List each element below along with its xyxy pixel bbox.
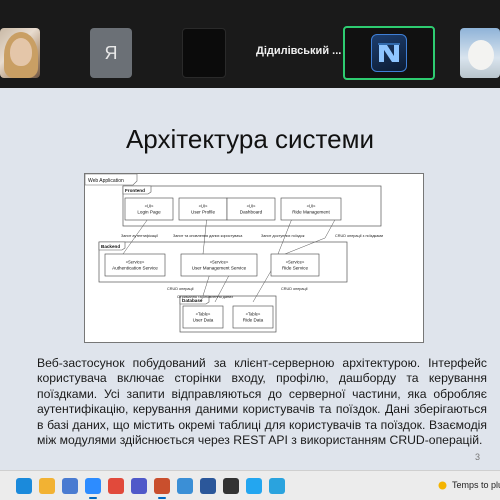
edge-label-0: Запит аутентифікації (121, 234, 159, 238)
teams-icon[interactable] (131, 478, 147, 494)
backend-component-1: «Service»User Management Service (180, 253, 258, 277)
database-table-0-name: User Data (193, 318, 214, 323)
backend-component-2-name: Ride Service (282, 266, 308, 271)
powerpoint-icon[interactable] (154, 478, 170, 494)
active-speaker-tile[interactable] (343, 26, 435, 80)
frontend-component-3-stereotype: «UI» (307, 204, 317, 209)
frontend-label: Frontend (125, 188, 145, 193)
shared-slide: Архітектура системи Web Application Fron… (0, 88, 500, 470)
taskbar-active-indicator (89, 497, 97, 499)
slide-body-text: Веб-застосунок побудований за клієнт-сер… (37, 356, 487, 448)
participant-initial: Я (104, 42, 118, 63)
database-table-0: «Table»User Data (182, 305, 224, 329)
slide-page-number: 3 (475, 452, 481, 462)
participant-photo-tile[interactable] (460, 28, 500, 78)
frontend-component-1-stereotype: «UI» (199, 204, 209, 209)
participant-video-tile[interactable] (0, 28, 40, 78)
participant-initial-tile[interactable]: Я (90, 28, 132, 78)
frontend-component-1: «UI»User Profile (178, 197, 228, 221)
weather-temperature[interactable]: Temps to plu (452, 480, 500, 490)
chrome-icon[interactable] (108, 478, 124, 494)
store-icon[interactable] (62, 478, 78, 494)
backend-component-1-name: User Management Service (192, 266, 247, 271)
edge-label-1: Запит та оновлення даних користувача (173, 234, 243, 238)
word-icon[interactable] (200, 478, 216, 494)
edge-label-4: CRUD операції (167, 287, 195, 291)
vscode-icon[interactable] (246, 478, 262, 494)
backend-component-0: «Service»Authentication Service (104, 253, 166, 277)
participant-camera-off-tile[interactable] (182, 28, 226, 78)
frontend-component-3: «UI»Ride Management (280, 197, 342, 221)
backend-component-1-stereotype: «Service» (210, 260, 229, 265)
photos-icon[interactable] (177, 478, 193, 494)
frontend-component-0-name: Login Page (137, 210, 161, 215)
frontend-component-2: «UI»Dashboard (226, 197, 276, 221)
frontend-component-2-stereotype: «UI» (247, 204, 257, 209)
frontend-component-3-name: Ride Management (292, 210, 330, 215)
weather-icon (438, 481, 447, 490)
backend-component-0-name: Authentication Service (112, 266, 158, 271)
taskbar-active-indicator (158, 497, 166, 499)
database-table-1-name: Ride Data (243, 318, 264, 323)
participant-name: Дідилівський ... (256, 45, 342, 57)
edge-label-5: Отримання та оновлення даних (177, 295, 233, 299)
frontend-component-2-name: Dashboard (240, 210, 263, 215)
telegram-icon[interactable] (269, 478, 285, 494)
zoom-icon[interactable] (85, 478, 101, 494)
database-table-1: «Table»Ride Data (232, 305, 274, 329)
database-table-1-stereotype: «Table» (246, 312, 261, 317)
diagram-frame-label: Web Application (88, 178, 124, 184)
participant-face (10, 38, 32, 66)
edge-label-3: CRUD операції з поїздками (335, 234, 383, 238)
participant-avatar (468, 40, 494, 70)
edge-label-6: CRUD операції (281, 287, 309, 291)
backend-label: Backend (101, 244, 120, 249)
edge-label-2: Запит доступних поїздок (261, 234, 305, 238)
taskbar: Temps to plu (0, 470, 500, 500)
frontend-component-0-stereotype: «UI» (145, 204, 155, 209)
slide-title: Архітектура системи (125, 124, 375, 154)
edge-icon[interactable] (16, 478, 32, 494)
frontend-component-0: «UI»Login Page (124, 197, 174, 221)
file-explorer-icon[interactable] (39, 478, 55, 494)
backend-component-2-stereotype: «Service» (286, 260, 305, 265)
participant-strip: Я Дідилівський ... (0, 0, 500, 88)
backend-component-0-stereotype: «Service» (126, 260, 145, 265)
architecture-diagram: Web Application Frontend Backend Databas… (84, 173, 424, 343)
database-table-0-stereotype: «Table» (196, 312, 211, 317)
terminal-icon[interactable] (223, 478, 239, 494)
frontend-component-1-name: User Profile (191, 210, 215, 215)
app-logo-icon (371, 34, 407, 72)
backend-component-2: «Service»Ride Service (270, 253, 320, 277)
